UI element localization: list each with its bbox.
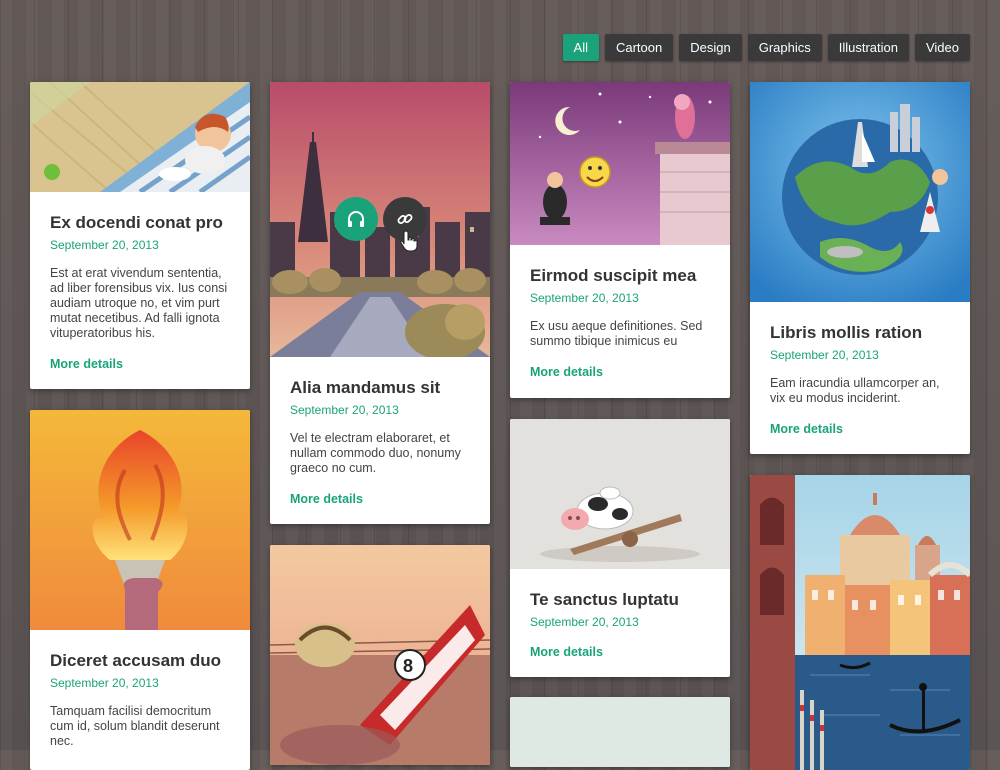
filter-video-button[interactable]: Video	[914, 34, 970, 61]
more-details-link[interactable]: More details	[530, 365, 603, 379]
filter-cartoon-button[interactable]: Cartoon	[604, 34, 674, 61]
card-date: September 20, 2013	[50, 238, 159, 252]
card-date: September 20, 2013	[530, 291, 639, 305]
portfolio-card-9	[750, 475, 970, 770]
more-details-link[interactable]: More details	[770, 422, 843, 436]
card-description: Vel te electram elaboraret, et nullam co…	[290, 431, 461, 475]
card-thumbnail-torch[interactable]	[30, 410, 250, 630]
link-icon	[397, 214, 413, 224]
portfolio-card-1: Ex docendi conat pro September 20, 2013 …	[30, 82, 250, 389]
portfolio-card-6: Te sanctus luptatu September 20, 2013 Mo…	[510, 419, 730, 677]
card-thumbnail-cow[interactable]	[510, 419, 730, 569]
portfolio-card-5: Diceret accusam duo September 20, 2013 T…	[30, 410, 250, 770]
filter-graphics-button[interactable]: Graphics	[747, 34, 822, 61]
portfolio-card-4: Libris mollis ration September 20, 2013 …	[750, 82, 970, 454]
card-title: Te sanctus luptatu	[530, 590, 679, 609]
card-title: Diceret accusam duo	[50, 651, 222, 670]
card-title: Ex docendi conat pro	[50, 213, 223, 232]
card-date: September 20, 2013	[770, 348, 879, 362]
card-thumbnail-race[interactable]: 8	[270, 545, 490, 765]
card-title: Eirmod suscipit mea	[530, 266, 697, 285]
headphones-button[interactable]	[334, 197, 378, 241]
filter-bar: All Cartoon Design Graphics Illustration…	[562, 34, 970, 61]
filter-design-button[interactable]: Design	[679, 34, 742, 61]
portfolio-card-2: Alia mandamus sit September 20, 2013 Vel…	[270, 82, 490, 524]
portfolio-card-7: 8	[270, 545, 490, 765]
filter-illustration-button[interactable]: Illustration	[827, 34, 909, 61]
portfolio-card-3: Eirmod suscipit mea September 20, 2013 E…	[510, 82, 730, 398]
more-details-link[interactable]: More details	[290, 492, 363, 506]
filter-all-button[interactable]: All	[562, 34, 599, 61]
card-thumbnail-moon[interactable]	[510, 82, 730, 245]
card-title: Alia mandamus sit	[290, 378, 441, 397]
card-description: Eam iracundia ullamcorper an, vix eu mod…	[770, 376, 940, 405]
card-thumbnail-venice[interactable]	[750, 475, 970, 770]
card-date: September 20, 2013	[290, 403, 399, 417]
more-details-link[interactable]: More details	[530, 645, 603, 659]
headphones-icon	[348, 211, 364, 227]
card-date: September 20, 2013	[530, 615, 639, 629]
portfolio-card-8	[510, 697, 730, 767]
card-thumbnail-partial[interactable]	[510, 697, 730, 767]
card-title: Libris mollis ration	[770, 323, 923, 342]
svg-text:8: 8	[403, 656, 413, 676]
card-description: Est at erat vivendum sententia, ad liber…	[50, 266, 228, 340]
card-description: Ex usu aeque definitiones. Sed summo tib…	[530, 319, 703, 348]
more-details-link[interactable]: More details	[50, 357, 123, 371]
card-description: Tamquam facilisi democritum cum id, solu…	[50, 704, 220, 748]
card-thumbnail-bowling[interactable]	[30, 82, 250, 192]
card-thumbnail-planet[interactable]	[750, 82, 970, 302]
card-date: September 20, 2013	[50, 676, 159, 690]
hand-pointer-icon	[400, 230, 418, 252]
card-thumbnail-paris[interactable]	[270, 82, 490, 357]
